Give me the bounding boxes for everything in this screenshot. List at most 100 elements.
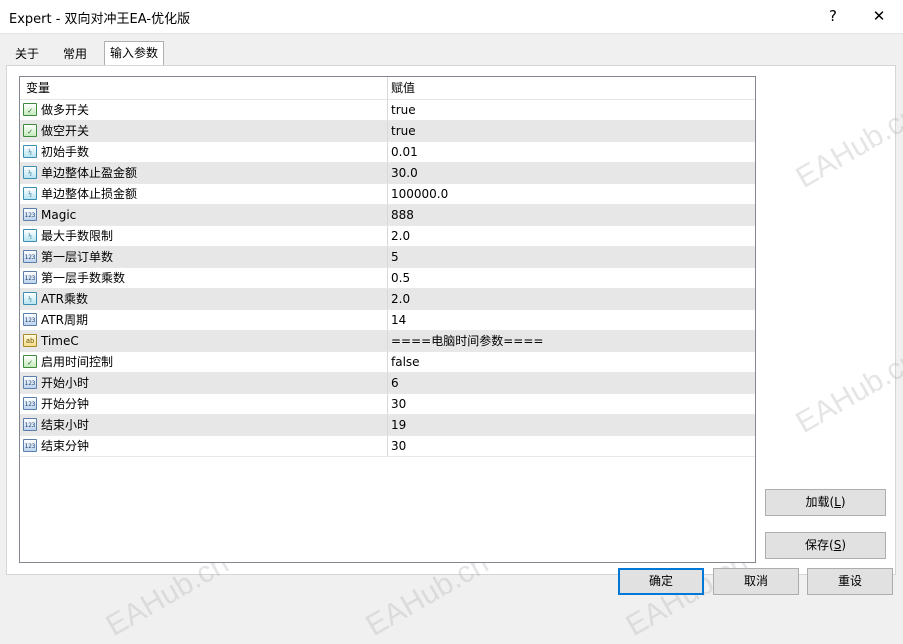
param-name: 最大手数限制: [41, 229, 114, 243]
param-row[interactable]: 123 结束小时 19: [20, 415, 755, 436]
header-value[interactable]: 赋值: [387, 77, 755, 99]
param-value[interactable]: 30: [387, 394, 755, 414]
int-icon: 123: [23, 376, 37, 389]
help-button[interactable]: ?: [815, 3, 851, 29]
param-row[interactable]: ✓ 启用时间控制 false: [20, 352, 755, 373]
bool-icon: ✓: [23, 103, 37, 116]
param-name: TimeC: [41, 334, 79, 348]
param-name: 开始小时: [41, 376, 90, 390]
int-icon: 123: [23, 439, 37, 452]
param-value[interactable]: 888: [387, 205, 755, 225]
param-name-cell: 123 第一层订单数: [20, 247, 386, 267]
double-icon: ½: [23, 145, 37, 158]
param-name-cell: ✓ 做空开关: [20, 121, 386, 141]
param-row[interactable]: ½ 单边整体止损金额 100000.0: [20, 184, 755, 205]
param-name: 开始分钟: [41, 397, 90, 411]
param-name-cell: ½ ATR乘数: [20, 289, 386, 309]
close-button[interactable]: ✕: [861, 3, 897, 29]
param-row[interactable]: 123 结束分钟 30: [20, 436, 755, 457]
param-name-cell: ab TimeC: [20, 331, 386, 351]
param-name: 单边整体止盈金额: [41, 166, 138, 180]
tab-common[interactable]: 常用: [54, 42, 96, 66]
param-name: ATR乘数: [41, 292, 88, 306]
param-row[interactable]: 123 ATR周期 14: [20, 310, 755, 331]
param-name: 结束分钟: [41, 439, 90, 453]
param-name: 启用时间控制: [41, 355, 114, 369]
bool-icon: ✓: [23, 124, 37, 137]
param-name-cell: ½ 单边整体止盈金额: [20, 163, 386, 183]
param-row[interactable]: ½ 单边整体止盈金额 30.0: [20, 163, 755, 184]
parameters-grid[interactable]: 变量 赋值 ✓ 做多开关 true ✓ 做空开关 true ½ 初始手数 0.01 ½ 单边整体止盈…: [19, 76, 756, 563]
load-button-key: L: [834, 495, 841, 509]
param-name-cell: ½ 单边整体止损金额: [20, 184, 386, 204]
param-name-cell: 123 Magic: [20, 205, 386, 225]
param-value[interactable]: 0.01: [387, 142, 755, 162]
param-name: 做多开关: [41, 103, 90, 117]
param-value[interactable]: true: [387, 121, 755, 141]
int-icon: 123: [23, 313, 37, 326]
cancel-button[interactable]: 取消: [713, 568, 799, 595]
param-name-cell: ✓ 启用时间控制: [20, 352, 386, 372]
param-value[interactable]: true: [387, 100, 755, 120]
param-name-cell: 123 开始小时: [20, 373, 386, 393]
double-icon: ½: [23, 187, 37, 200]
int-icon: 123: [23, 397, 37, 410]
param-row[interactable]: ½ ATR乘数 2.0: [20, 289, 755, 310]
tab-about[interactable]: 关于: [6, 42, 48, 66]
string-icon: ab: [23, 334, 37, 347]
param-name-cell: 123 第一层手数乘数: [20, 268, 386, 288]
param-row[interactable]: ✓ 做多开关 true: [20, 100, 755, 121]
param-name-cell: ✓ 做多开关: [20, 100, 386, 120]
int-icon: 123: [23, 250, 37, 263]
window-title: Expert - 双向对冲王EA-优化版: [9, 12, 191, 27]
param-value[interactable]: 30.0: [387, 163, 755, 183]
double-icon: ½: [23, 166, 37, 179]
load-button-tail: ): [840, 495, 846, 509]
reset-button[interactable]: 重设: [807, 568, 893, 595]
int-icon: 123: [23, 271, 37, 284]
param-row[interactable]: 123 开始小时 6: [20, 373, 755, 394]
title-bar: Expert - 双向对冲王EA-优化版 ? ✕: [0, 0, 903, 34]
double-icon: ½: [23, 292, 37, 305]
param-row[interactable]: 123 开始分钟 30: [20, 394, 755, 415]
int-icon: 123: [23, 208, 37, 221]
header-variable[interactable]: 变量: [20, 77, 386, 99]
bool-icon: ✓: [23, 355, 37, 368]
param-name: 做空开关: [41, 124, 90, 138]
grid-header: 变量 赋值: [20, 77, 755, 100]
load-button-label: 加载(: [805, 495, 835, 509]
ok-button[interactable]: 确定: [618, 568, 704, 595]
param-value[interactable]: 0.5: [387, 268, 755, 288]
param-row[interactable]: ab TimeC ====电脑时间参数====: [20, 331, 755, 352]
save-button[interactable]: 保存(S): [765, 532, 886, 559]
param-value[interactable]: 100000.0: [387, 184, 755, 204]
param-name: Magic: [41, 208, 77, 222]
int-icon: 123: [23, 418, 37, 431]
param-value[interactable]: 5: [387, 247, 755, 267]
param-name-cell: 123 ATR周期: [20, 310, 386, 330]
param-name: 第一层手数乘数: [41, 271, 126, 285]
param-row[interactable]: 123 第一层手数乘数 0.5: [20, 268, 755, 289]
param-value[interactable]: 30: [387, 436, 755, 456]
param-name: 初始手数: [41, 145, 90, 159]
param-row[interactable]: ½ 最大手数限制 2.0: [20, 226, 755, 247]
param-row[interactable]: ½ 初始手数 0.01: [20, 142, 755, 163]
load-button[interactable]: 加载(L): [765, 489, 886, 516]
tab-inputs[interactable]: 输入参数: [104, 41, 164, 66]
param-name: 单边整体止损金额: [41, 187, 138, 201]
save-button-tail: ): [841, 538, 846, 552]
param-value[interactable]: 19: [387, 415, 755, 435]
param-row[interactable]: ✓ 做空开关 true: [20, 121, 755, 142]
param-name-cell: 123 开始分钟: [20, 394, 386, 414]
param-name: ATR周期: [41, 313, 88, 327]
param-value[interactable]: 2.0: [387, 289, 755, 309]
param-value[interactable]: false: [387, 352, 755, 372]
param-value[interactable]: ====电脑时间参数====: [387, 331, 755, 351]
save-button-label: 保存(: [805, 538, 834, 552]
param-row[interactable]: 123 Magic 888: [20, 205, 755, 226]
param-row[interactable]: 123 第一层订单数 5: [20, 247, 755, 268]
param-value[interactable]: 14: [387, 310, 755, 330]
param-value[interactable]: 2.0: [387, 226, 755, 246]
param-value[interactable]: 6: [387, 373, 755, 393]
double-icon: ½: [23, 229, 37, 242]
